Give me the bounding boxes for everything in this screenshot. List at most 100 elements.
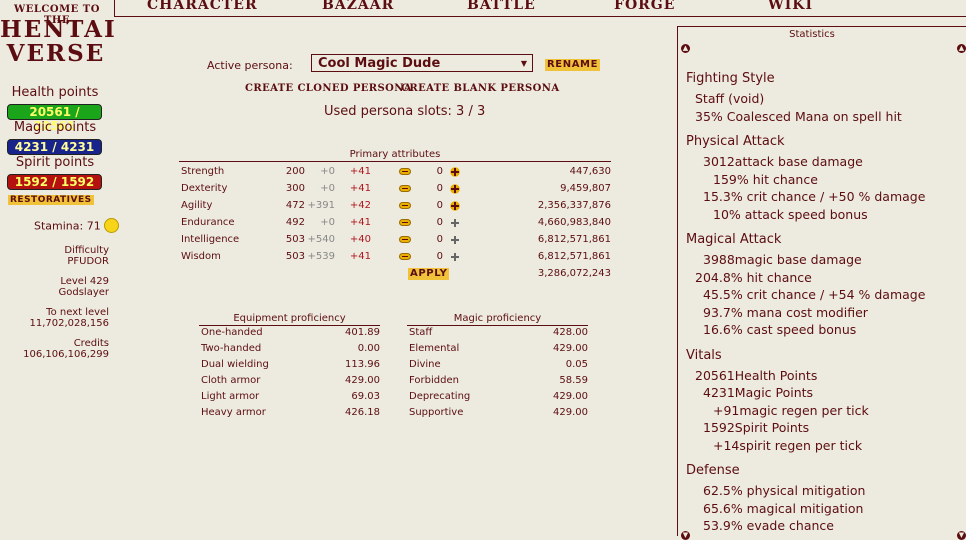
attribute-modifier: +41 — [349, 217, 371, 228]
magic-name: Forbidden — [409, 375, 459, 386]
attribute-row-wisdom: Wisdom 503 +539 +41 0 6,812,571,861 — [181, 248, 611, 265]
nav-forge[interactable]: FORGE — [614, 0, 675, 13]
magic-value: 58.59 — [559, 375, 588, 386]
statistics-heading: Fighting Style — [686, 71, 775, 86]
equipment-name: Cloth armor — [201, 375, 261, 386]
nav-wiki[interactable]: WIKI — [768, 0, 813, 13]
equipment-row-cloth-armor: Cloth armor 429.00 — [199, 373, 380, 389]
statistics-line: Staff (void) — [695, 91, 765, 106]
magic-value: 429.00 — [553, 391, 588, 402]
statistics-line: 65.6% magical mitigation — [703, 500, 864, 516]
attribute-exp-cost: 9,459,807 — [560, 183, 611, 194]
smiley-icon — [103, 218, 119, 233]
brand-logo[interactable]: HENTAI VERSE — [0, 18, 115, 67]
equipment-value: 113.96 — [345, 359, 380, 370]
equipment-name: Light armor — [201, 391, 260, 402]
credits-value: 106,106,106,299 — [23, 349, 109, 360]
brand-logo-line2: VERSE — [6, 40, 106, 67]
equipment-value: 429.00 — [345, 375, 380, 386]
attribute-exp-cost: 2,356,337,876 — [537, 200, 611, 211]
magic-name: Elemental — [409, 343, 460, 354]
plus-icon[interactable] — [449, 201, 461, 211]
plus-icon[interactable] — [449, 167, 461, 177]
plus-icon[interactable] — [449, 218, 461, 228]
equipment-name: One-handed — [201, 327, 263, 338]
minus-icon[interactable] — [399, 253, 411, 260]
attribute-base: 503 — [285, 251, 305, 262]
spirit-label: Spirit points — [15, 155, 95, 170]
minus-icon[interactable] — [399, 168, 411, 175]
apply-button[interactable]: APPLY — [408, 268, 450, 280]
equipment-name: Heavy armor — [201, 407, 266, 418]
attribute-exp-cost: 6,812,571,861 — [537, 251, 611, 262]
persona-select[interactable]: Cool Magic Dude ▼ — [311, 54, 533, 72]
statistics-line: 204.8% hit chance — [695, 269, 812, 285]
statistics-heading: Physical Attack — [686, 134, 785, 149]
minus-icon[interactable] — [399, 236, 411, 243]
next-level-label: To next level — [46, 307, 109, 318]
equipment-name: Dual wielding — [201, 359, 269, 370]
statistics-line: 93.7% mana cost modifier — [703, 304, 868, 320]
attribute-modifier: +42 — [349, 200, 371, 211]
minus-icon[interactable] — [399, 219, 411, 226]
create-cloned-persona-link[interactable]: CREATE CLONED PERSONA — [245, 83, 412, 94]
attribute-base: 472 — [285, 200, 305, 211]
attribute-row-strength: Strength 200 +0 +41 0 447,630 — [181, 163, 611, 180]
scroll-up-icon-right[interactable]: ▲ — [957, 44, 966, 53]
attribute-row-endurance: Endurance 492 +0 +41 0 4,660,983,840 — [181, 214, 611, 231]
attribute-modifier: +41 — [349, 183, 371, 194]
equipment-row-dual-wielding: Dual wielding 113.96 — [199, 357, 380, 373]
statistics-line: 10% attack speed bonus — [713, 206, 868, 222]
statistics-line: +14spirit regen per tick — [713, 437, 863, 453]
health-label: Health points — [11, 85, 99, 100]
attribute-base: 300 — [285, 183, 305, 194]
attribute-row-intelligence: Intelligence 503 +540 +40 0 6,812,571,861 — [181, 231, 611, 248]
minus-icon[interactable] — [399, 202, 411, 209]
persona-selected: Cool Magic Dude — [318, 56, 441, 71]
magic-name: Divine — [409, 359, 441, 370]
stamina-text: Stamina: 71 — [34, 219, 101, 233]
difficulty-info: Difficulty PFUDOR — [64, 245, 109, 267]
plus-icon[interactable] — [449, 235, 461, 245]
attribute-increment: 0 — [436, 251, 443, 262]
statistics-line: 53.9% evade chance — [703, 518, 834, 531]
statistics-line: 3012attack base damage — [703, 154, 863, 169]
attribute-increment: 0 — [436, 234, 443, 245]
rename-button[interactable]: RENAME — [545, 59, 601, 71]
minus-icon[interactable] — [399, 185, 411, 192]
magic-row-supportive: Supportive 429.00 — [407, 405, 588, 421]
attributes-divider — [179, 161, 611, 162]
nav-bazaar[interactable]: BAZAAR — [322, 0, 394, 13]
statistics-list[interactable]: Fighting Style Staff (void) 35% Coalesced … — [678, 67, 966, 531]
attribute-name: Dexterity — [181, 183, 228, 194]
statistics-line: 45.5% crit chance / +54 % damage — [703, 287, 926, 302]
plus-icon[interactable] — [449, 184, 461, 194]
attribute-bonus: +539 — [307, 251, 335, 262]
stamina: Stamina: 71 — [34, 218, 119, 234]
scroll-up-icon[interactable]: ▲ — [681, 44, 690, 53]
create-blank-persona-link[interactable]: CREATE BLANK PERSONA — [401, 83, 560, 94]
magic-label: Magic points — [13, 120, 97, 135]
attribute-modifier: +41 — [349, 166, 371, 177]
nav-character[interactable]: CHARACTER — [147, 0, 258, 13]
statistics-line: 159% hit chance — [713, 171, 818, 187]
equipment-name: Two-handed — [201, 343, 262, 354]
attribute-base: 200 — [285, 166, 305, 177]
level-info: Level 429 Godslayer — [58, 276, 109, 298]
restoratives-link[interactable]: RESTORATIVES — [8, 195, 94, 205]
attribute-increment: 0 — [436, 166, 443, 177]
equipment-row-one-handed: One-handed 401.89 — [199, 325, 380, 341]
equipment-value: 0.00 — [357, 343, 380, 354]
attribute-base: 503 — [285, 234, 305, 245]
attribute-name: Endurance — [181, 217, 235, 228]
credits-label: Credits — [73, 338, 109, 349]
equipment-value: 69.03 — [351, 391, 380, 402]
statistics-line: 3988magic base damage — [703, 252, 862, 267]
equipment-value: 426.18 — [345, 407, 380, 418]
statistics-heading: Magical Attack — [686, 232, 782, 247]
statistics-line: 62.5% physical mitigation — [703, 483, 866, 498]
nav-battle[interactable]: BATTLE — [467, 0, 536, 13]
magic-row-deprecating: Deprecating 429.00 — [407, 389, 588, 405]
spirit-bar: 1592 / 1592 — [7, 174, 102, 190]
plus-icon[interactable] — [449, 252, 461, 262]
